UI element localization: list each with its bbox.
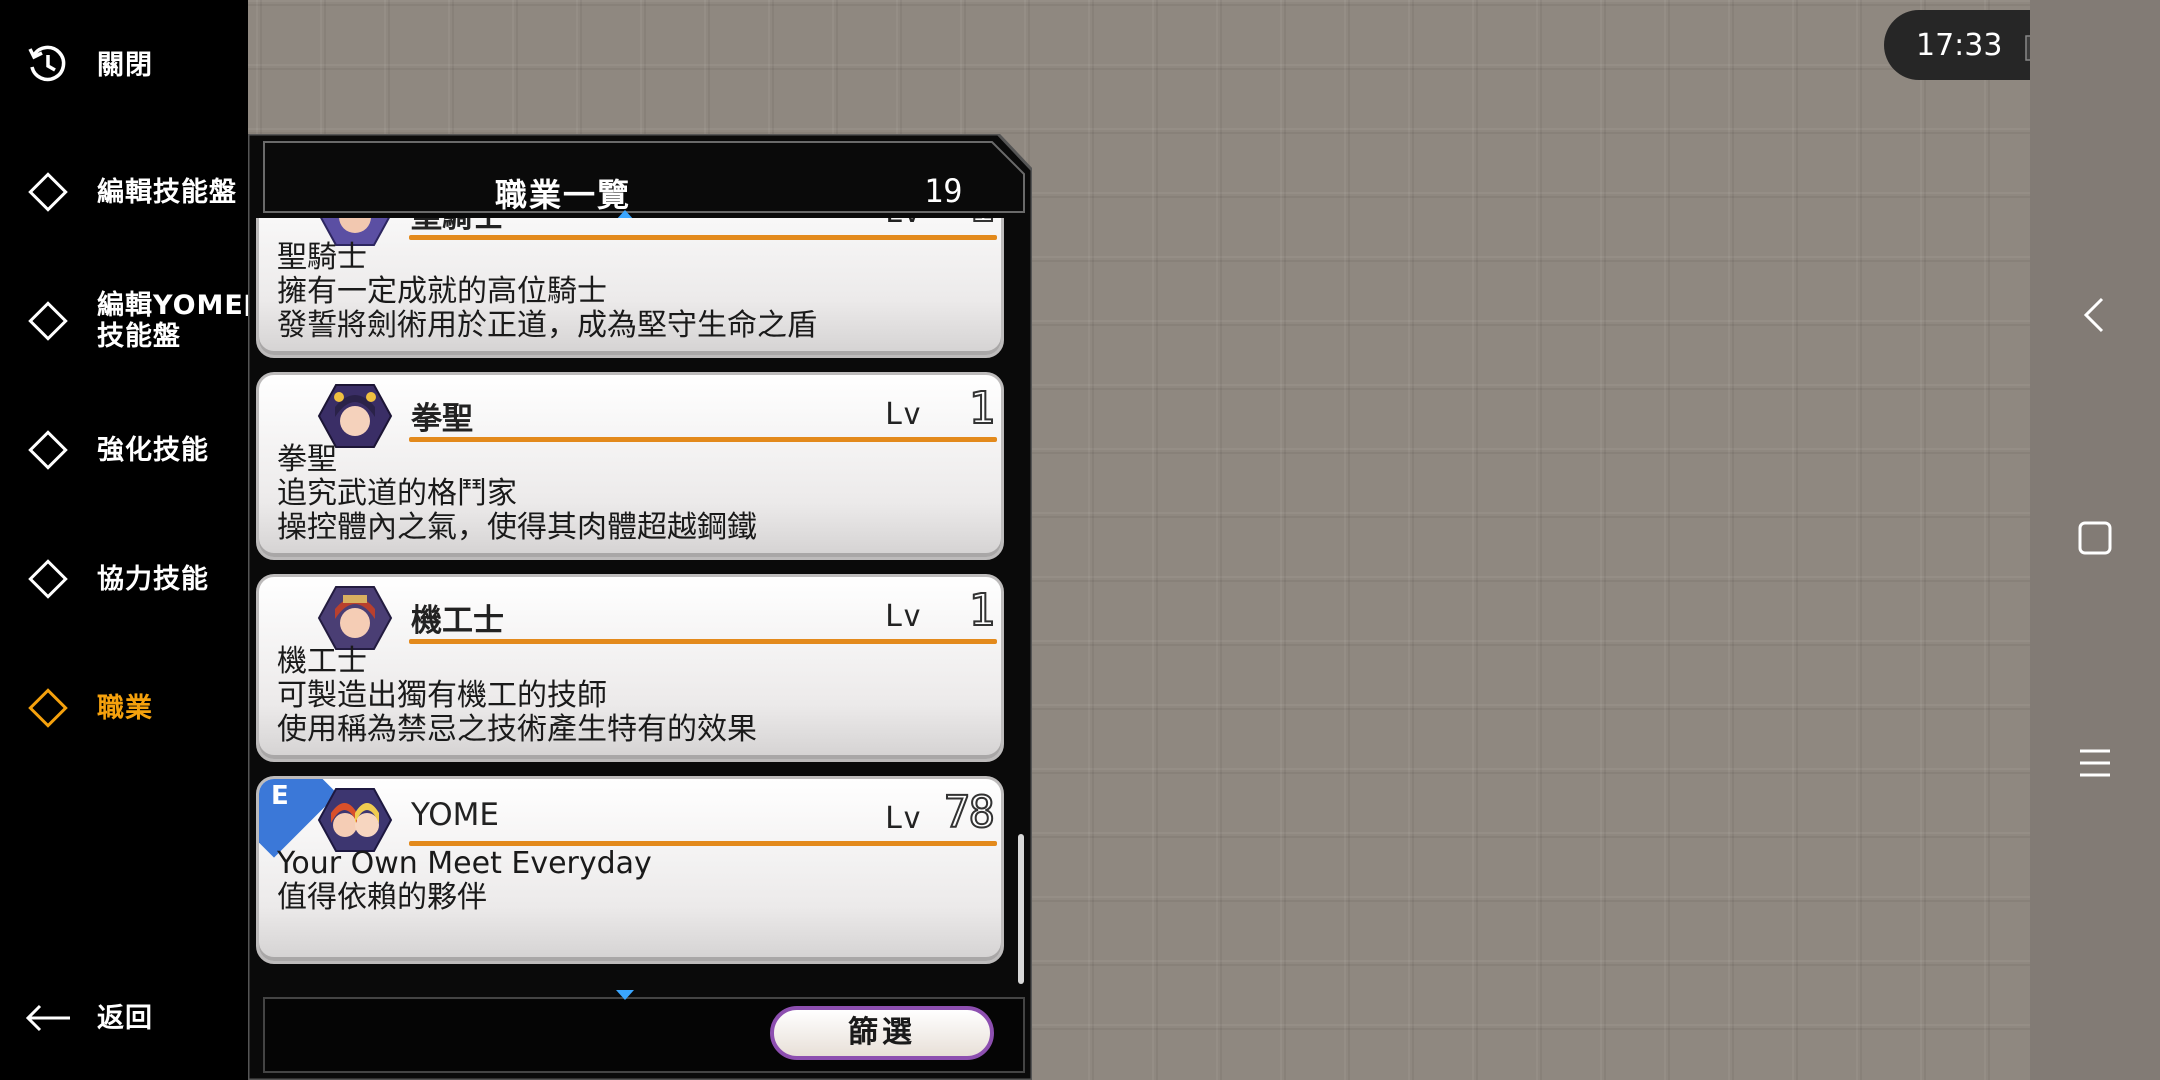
list-item[interactable]: 聖騎士 Lv 1 聖騎士 擁有一定成就的高位騎士 發誓將劍術用於正道，成為堅守生… (256, 218, 1004, 358)
history-close-icon (28, 45, 66, 82)
system-nav-bar (2030, 0, 2160, 1080)
divider (409, 639, 997, 644)
job-level: 1 (968, 584, 996, 637)
list-item-equipped[interactable]: E YOME Lv 78 Your Own Meet Everyday 值得依賴… (256, 776, 1004, 964)
fist-saint-portrait (317, 384, 393, 448)
sidebar-item-label: 強化技能 (97, 434, 209, 466)
diamond-icon (24, 555, 72, 603)
back-icon[interactable] (2064, 283, 2128, 347)
list-item[interactable]: 機工士 Lv 1 機工士 可製造出獨有機工的技師 使用稱為禁忌之技術產生特有的效… (256, 574, 1004, 762)
job-list-panel: 職業一覽 19 聖騎士 Lv 1 聖騎士 擁有一定成就的高位騎士 發誓將劍術用於… (248, 134, 1032, 1080)
job-level: 78 (943, 786, 996, 839)
job-name: 機工士 (411, 603, 504, 639)
sidebar-item-label: 編輯技能盤 (97, 176, 237, 208)
sidebar-item-cooperation-skill[interactable]: 協力技能 (0, 529, 248, 629)
job-name: YOME (411, 797, 499, 833)
job-level: 1 (968, 382, 996, 435)
divider (409, 437, 997, 442)
yome-portrait (317, 788, 393, 852)
side-menu: 關閉 編輯技能盤 編輯YOME的 技能盤 強化技能 協力技能 職業 返回 (0, 0, 271, 1080)
job-description: 聖騎士 擁有一定成就的高位騎士 發誓將劍術用於正道，成為堅守生命之盾 (277, 240, 817, 343)
sidebar-item-close[interactable]: 關閉 (0, 15, 248, 115)
scrollbar-thumb[interactable] (1018, 834, 1024, 984)
arrow-left-icon (25, 1004, 70, 1032)
home-icon[interactable] (2064, 507, 2128, 571)
lv-label: Lv (885, 397, 922, 432)
back-label: 返回 (97, 1002, 153, 1034)
panel-title: 職業一覽 (494, 176, 631, 214)
diamond-icon (24, 684, 72, 732)
job-level: 1 (968, 218, 996, 233)
list-item[interactable]: 拳聖 Lv 1 拳聖 追究武道的格鬥家 操控體內之氣，使得其肉體超越鋼鐵 (256, 372, 1004, 560)
sidebar-item-enhance-skill[interactable]: 強化技能 (0, 400, 248, 500)
job-name: 拳聖 (411, 401, 473, 437)
filter-button[interactable]: 篩選 (770, 1006, 994, 1060)
sidebar-item-label: 編輯YOME的 技能盤 (97, 290, 272, 352)
sidebar-item-label: 職業 (97, 692, 153, 724)
sidebar-item-job[interactable]: 職業 (0, 658, 248, 758)
scroll-down-indicator (616, 990, 634, 1000)
menu-icon[interactable] (2064, 731, 2128, 795)
sidebar-item-label: 關閉 (97, 49, 153, 81)
back-button[interactable]: 返回 (0, 968, 248, 1068)
clock: 17:33 (1916, 28, 2003, 63)
job-count: 19 (924, 172, 963, 210)
diamond-icon (24, 297, 72, 345)
job-description: Your Own Meet Everyday 值得依賴的夥伴 (277, 846, 652, 915)
diamond-icon (24, 168, 72, 216)
job-description: 拳聖 追究武道的格鬥家 操控體內之氣，使得其肉體超越鋼鐵 (277, 442, 757, 545)
sidebar-item-edit-yome-skill-board[interactable]: 編輯YOME的 技能盤 (0, 271, 271, 371)
sidebar-item-edit-skill-board[interactable]: 編輯技能盤 (0, 142, 248, 242)
diamond-icon (24, 426, 72, 474)
divider (409, 235, 997, 240)
lv-label: Lv (885, 218, 921, 230)
equipped-badge-label: E (271, 781, 289, 811)
sidebar-item-label: 協力技能 (97, 563, 209, 595)
lv-label: Lv (885, 599, 922, 634)
job-name: 聖騎士 (411, 218, 504, 236)
lv-label: Lv (885, 801, 922, 836)
job-description: 機工士 可製造出獨有機工的技師 使用稱為禁忌之技術產生特有的效果 (277, 644, 757, 747)
job-list[interactable]: 聖騎士 Lv 1 聖騎士 擁有一定成就的高位騎士 發誓將劍術用於正道，成為堅守生… (256, 218, 1016, 990)
machinist-portrait (317, 586, 393, 650)
